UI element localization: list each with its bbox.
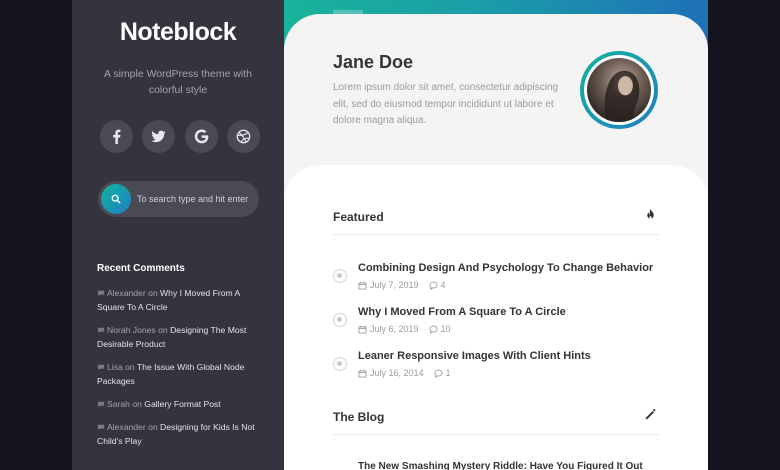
search-icon (111, 194, 121, 204)
site-description: A simple WordPress theme with colorful s… (103, 68, 253, 96)
posts-card: Featured Combining Design And Psychology… (284, 165, 708, 470)
avatar[interactable] (580, 51, 658, 129)
post-date[interactable]: July 16, 2014 (370, 368, 424, 378)
post-date[interactable]: July 6, 2019 (370, 324, 419, 334)
google-icon (194, 129, 208, 144)
twitter-icon (151, 130, 166, 143)
facebook-button[interactable] (100, 120, 133, 153)
page-right-margin (708, 0, 780, 470)
post-bullet (333, 269, 347, 283)
comment-on-label: on (148, 422, 158, 432)
post-meta: July 7, 2019 4 (358, 280, 446, 290)
social-links (100, 120, 260, 153)
google-button[interactable] (184, 120, 218, 153)
calendar-icon (358, 281, 367, 290)
comment-author[interactable]: Norah Jones (107, 325, 156, 335)
comment-count-value: 4 (440, 280, 446, 290)
comment-bubble-icon (97, 424, 105, 431)
search-form (98, 181, 259, 217)
blog-post-title-link[interactable]: The New Smashing Mystery Riddle: Have Yo… (358, 461, 643, 470)
post-comment-count[interactable]: 10 (428, 324, 451, 334)
comment-count-value: 10 (440, 324, 451, 334)
calendar-icon (358, 325, 367, 334)
fire-icon (647, 208, 654, 220)
list-item: Alexander on Designing for Kids Is Not C… (97, 420, 267, 448)
comment-author[interactable]: Alexander (107, 288, 146, 298)
featured-title: Featured (333, 210, 384, 224)
blog-title: The Blog (333, 410, 385, 424)
comment-bubble-icon (97, 364, 105, 371)
post-bullet (333, 313, 347, 327)
post-bullet (333, 357, 347, 371)
comment-icon (433, 369, 443, 378)
sidebar: Noteblock A simple WordPress theme with … (72, 0, 284, 470)
recent-comments-list: Alexander on Why I Moved From A Square T… (97, 286, 267, 457)
post-title-link[interactable]: Combining Design And Psychology To Chang… (358, 262, 653, 274)
post-meta: July 16, 2014 1 (358, 368, 451, 378)
calendar-icon (358, 369, 367, 378)
comment-on-label: on (158, 325, 168, 335)
comment-on-label: on (125, 362, 135, 372)
recent-comments-title: Recent Comments (97, 263, 185, 274)
avatar-image (587, 58, 651, 122)
search-button[interactable] (101, 184, 131, 214)
comment-bubble-icon (97, 401, 105, 408)
comment-on-label: on (148, 288, 158, 298)
list-item: Lisa on The Issue With Global Node Packa… (97, 360, 267, 388)
blog-header: The Blog (333, 405, 659, 435)
list-item: Sarah on Gallery Format Post (97, 397, 267, 411)
comment-post-link[interactable]: Gallery Format Post (144, 399, 220, 409)
comment-bubble-icon (97, 290, 105, 297)
list-item: Norah Jones on Designing The Most Desira… (97, 323, 267, 351)
search-input[interactable] (137, 194, 255, 204)
comment-author[interactable]: Alexander (107, 422, 146, 432)
avatar-portrait-icon (604, 70, 640, 122)
comment-author[interactable]: Sarah (107, 399, 130, 409)
comment-count-value: 1 (445, 368, 451, 378)
dribbble-icon (236, 129, 251, 144)
featured-header: Featured (333, 205, 659, 235)
pencil-icon (645, 409, 656, 420)
avatar-border (584, 55, 654, 125)
post-comment-count[interactable]: 4 (428, 280, 446, 290)
dribbble-button[interactable] (226, 120, 260, 153)
post-date[interactable]: July 7, 2019 (370, 280, 419, 290)
comment-icon (428, 325, 438, 334)
facebook-icon (113, 129, 121, 144)
post-title-link[interactable]: Leaner Responsive Images With Client Hin… (358, 350, 591, 362)
list-item: Alexander on Why I Moved From A Square T… (97, 286, 267, 314)
comment-bubble-icon (97, 327, 105, 334)
post-meta: July 6, 2019 10 (358, 324, 451, 334)
comment-icon (428, 281, 438, 290)
post-comment-count[interactable]: 1 (433, 368, 451, 378)
twitter-button[interactable] (142, 120, 176, 153)
post-title-link[interactable]: Why I Moved From A Square To A Circle (358, 306, 566, 318)
comment-on-label: on (132, 399, 142, 409)
comment-author[interactable]: Lisa (107, 362, 123, 372)
site-title[interactable]: Noteblock (72, 18, 284, 47)
profile-bio: Lorem ipsum dolor sit amet, consectetur … (333, 82, 559, 126)
profile-name: Jane Doe (333, 52, 414, 72)
